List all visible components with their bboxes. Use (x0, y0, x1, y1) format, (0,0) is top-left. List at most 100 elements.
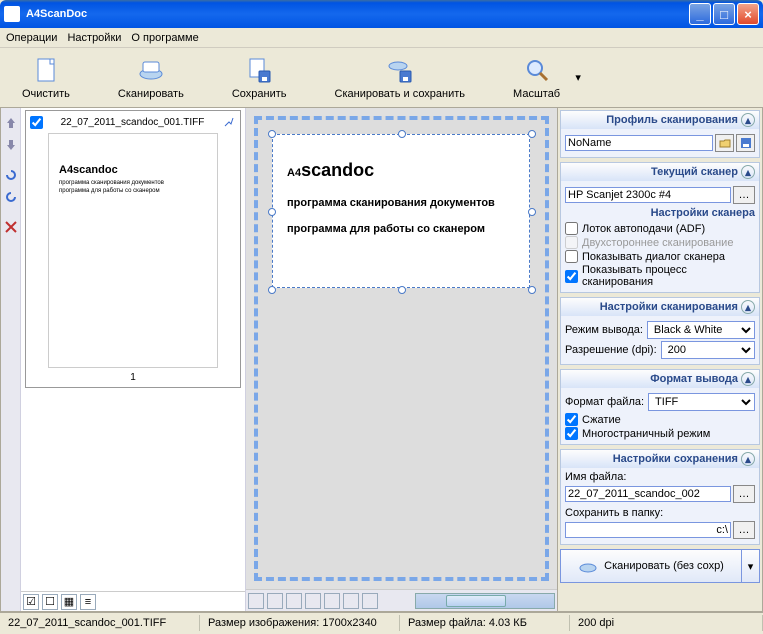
collapse-icon[interactable]: ▴ (741, 300, 755, 314)
collapse-icon[interactable]: ▴ (741, 113, 755, 127)
save-label: Сохранить (232, 88, 287, 100)
crop-icon[interactable] (343, 593, 359, 609)
rotate-left-icon[interactable] (4, 168, 18, 182)
zoom-100-icon[interactable] (286, 593, 302, 609)
titlebar: A4ScanDoc _ □ × (0, 0, 763, 28)
scanner-browse-button[interactable]: … (733, 186, 755, 204)
scan-save-button[interactable]: Сканировать и сохранить (321, 50, 480, 106)
scanner-name-input[interactable] (565, 187, 731, 203)
status-filename: 22_07_2011_scandoc_001.TIFF (0, 615, 200, 631)
menu-about[interactable]: О программе (131, 32, 198, 44)
list-view-icon[interactable]: ≡ (80, 594, 96, 610)
zoom-button[interactable]: Масштаб (499, 50, 574, 106)
sel-handle-ne[interactable] (528, 130, 536, 138)
scanner-section-label: Настройки сканера (565, 207, 755, 219)
sel-handle-n[interactable] (398, 130, 406, 138)
mode-select[interactable]: Black & White (647, 321, 755, 339)
arrow-down-icon[interactable] (4, 138, 18, 152)
mode-label: Режим вывода: (565, 324, 643, 336)
app-icon (4, 6, 20, 22)
arrow-up-icon[interactable] (4, 116, 18, 130)
scan-save-icon (386, 56, 414, 84)
thumb-filename: 22_07_2011_scandoc_001.TIFF (43, 117, 222, 128)
preview-toolbar (246, 589, 557, 611)
dpi-label: Разрешение (dpi): (565, 344, 657, 356)
format-select[interactable]: TIFF (648, 393, 755, 411)
format-label: Формат файла: (565, 396, 644, 408)
zoom-fit-icon[interactable] (248, 593, 264, 609)
status-filesize: Размер файла: 4.03 КБ (400, 615, 570, 631)
panel-output-title: Формат вывода (650, 373, 738, 385)
scanner-icon (578, 558, 598, 574)
menu-settings[interactable]: Настройки (67, 32, 121, 44)
sel-handle-se[interactable] (528, 286, 536, 294)
filename-input[interactable] (565, 486, 731, 502)
compress-checkbox[interactable] (565, 413, 578, 426)
main-toolbar: Очистить Сканировать Сохранить Сканирова… (0, 48, 763, 108)
profile-open-button[interactable] (715, 134, 734, 152)
save-button[interactable]: Сохранить (218, 50, 301, 106)
scan-dropdown-button[interactable]: ▾ (742, 549, 760, 583)
panel-output: Формат вывода ▴ Формат файла:TIFF Сжатие… (560, 369, 760, 445)
sel-handle-w[interactable] (268, 208, 276, 216)
folder-label: Сохранить в папку: (565, 507, 755, 519)
selection-box[interactable]: A4scandoc программа сканирования докумен… (272, 134, 530, 288)
sel-handle-e[interactable] (528, 208, 536, 216)
adf-checkbox[interactable] (565, 222, 578, 235)
thumb-checkbox[interactable] (30, 116, 43, 129)
zoom-out-icon[interactable] (324, 593, 340, 609)
select-all-icon[interactable]: ☑ (23, 594, 39, 610)
thumb-tool-icon[interactable] (222, 115, 236, 129)
minimize-button[interactable]: _ (689, 3, 711, 25)
filename-browse-button[interactable]: … (733, 485, 755, 503)
sel-handle-sw[interactable] (268, 286, 276, 294)
collapse-icon[interactable]: ▴ (741, 372, 755, 386)
collapse-icon[interactable]: ▴ (741, 452, 755, 466)
preview-line1: программа сканирования документов (287, 197, 515, 209)
profile-name-input[interactable] (565, 135, 713, 151)
toolbar-overflow[interactable]: ▾ (574, 50, 582, 106)
zoom-in-icon[interactable] (305, 593, 321, 609)
panel-scanner-title: Текущий сканер (651, 166, 738, 178)
maximize-button[interactable]: □ (713, 3, 735, 25)
profile-save-button[interactable] (736, 134, 755, 152)
sel-handle-s[interactable] (398, 286, 406, 294)
preview-canvas[interactable]: A4scandoc программа сканирования докумен… (254, 116, 549, 581)
panel-save-title: Настройки сохранения (613, 453, 738, 465)
thumbnail-item[interactable]: 22_07_2011_scandoc_001.TIFF A4scandoc пр… (25, 110, 241, 388)
panel-scan-settings: Настройки сканирования ▴ Режим вывода:Bl… (560, 297, 760, 365)
rotate-right-icon[interactable] (4, 190, 18, 204)
thumb-page-num: 1 (28, 370, 238, 385)
folder-input[interactable] (565, 522, 731, 538)
menu-operations[interactable]: Операции (6, 32, 57, 44)
zoom-width-icon[interactable] (267, 593, 283, 609)
scan-button[interactable]: Сканировать (104, 50, 198, 106)
preview-hscroll[interactable] (415, 593, 555, 609)
window-title: A4ScanDoc (26, 8, 87, 20)
multipage-checkbox[interactable] (565, 427, 578, 440)
scanner-icon (137, 56, 165, 84)
left-tool-strip (1, 108, 21, 611)
thumbnails-pane: 22_07_2011_scandoc_001.TIFF A4scandoc пр… (21, 108, 246, 611)
magnifier-icon (523, 56, 551, 84)
clear-label: Очистить (22, 88, 70, 100)
collapse-icon[interactable]: ▴ (741, 165, 755, 179)
delete-icon[interactable] (4, 220, 18, 234)
dialog-checkbox[interactable] (565, 250, 578, 263)
page-blank-icon (32, 56, 60, 84)
panel-save: Настройки сохранения ▴ Имя файла: … Сохр… (560, 449, 760, 545)
select-icon[interactable] (362, 593, 378, 609)
deselect-all-icon[interactable]: ☐ (42, 594, 58, 610)
progress-checkbox[interactable] (565, 270, 578, 283)
close-button[interactable]: × (737, 3, 759, 25)
folder-browse-button[interactable]: … (733, 521, 755, 539)
preview-line2: программа для работы со сканером (287, 223, 515, 235)
clear-button[interactable]: Очистить (8, 50, 84, 106)
page-save-icon (245, 56, 273, 84)
duplex-checkbox (565, 236, 578, 249)
scan-nosave-button[interactable]: Сканировать (без сохр) (560, 549, 742, 583)
grid-view-icon[interactable]: ▦ (61, 594, 77, 610)
dpi-select[interactable]: 200 (661, 341, 755, 359)
sel-handle-nw[interactable] (268, 130, 276, 138)
scan-label: Сканировать (118, 88, 184, 100)
